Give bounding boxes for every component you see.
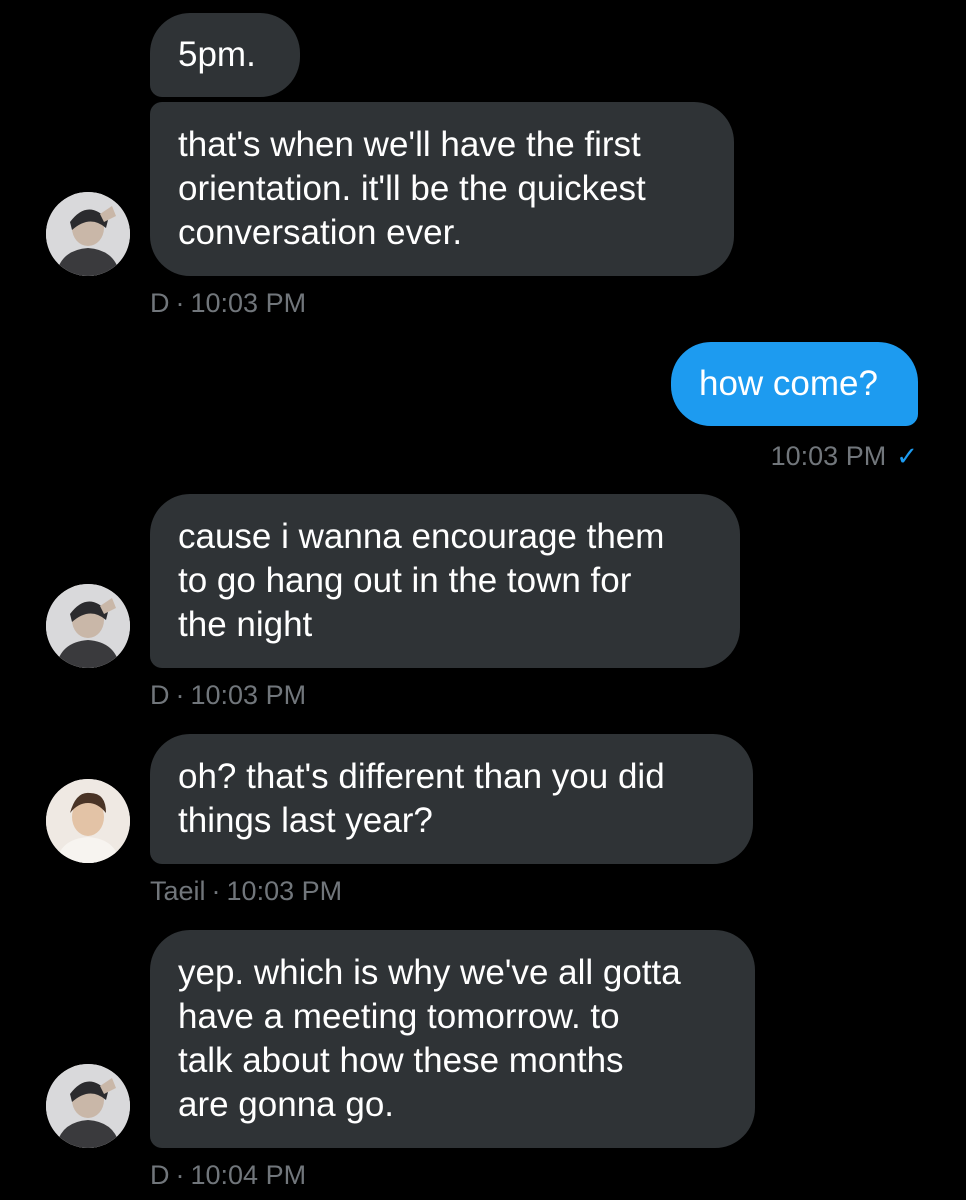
avatar-d[interactable] [46,584,130,668]
message-line: things last year? [178,801,433,840]
message-bubble[interactable]: that's when we'll have the first orienta… [150,102,734,276]
meta-separator: · [211,876,221,906]
message-line: orientation. it'll be the quickest [178,169,646,208]
message-bubble-outgoing[interactable]: how come? [671,342,918,426]
message-meta: D · 10:04 PM [150,1159,306,1191]
message-meta: Taeil · 10:03 PM [150,875,342,907]
meta-separator: · [175,288,185,318]
message-line: that's when we'll have the first [178,125,641,164]
user-avatar-icon [46,1064,130,1148]
message-line: how come? [699,364,878,403]
message-meta: D · 10:03 PM [150,287,306,319]
user-avatar-icon [46,779,130,863]
message-line: have a meeting tomorrow. to [178,997,620,1036]
check-icon: ✓ [896,441,918,471]
sender-name: D [150,680,170,710]
sender-name: D [150,288,170,318]
user-avatar-icon [46,192,130,276]
message-bubble[interactable]: oh? that's different than you did things… [150,734,753,864]
user-avatar-icon [46,584,130,668]
avatar-d[interactable] [46,192,130,276]
message-bubble[interactable]: 5pm. [150,13,300,97]
message-meta-outgoing: 10:03 PM ✓ [771,440,918,472]
sender-name: D [150,1160,170,1190]
sender-name: Taeil [150,876,206,906]
message-line: oh? that's different than you did [178,757,665,796]
message-time: 10:03 PM [226,876,343,906]
meta-separator: · [175,680,185,710]
avatar-taeil[interactable] [46,779,130,863]
message-time: 10:03 PM [190,288,307,318]
message-line: are gonna go. [178,1085,395,1124]
meta-separator: · [175,1160,185,1190]
message-line: talk about how these months [178,1041,624,1080]
message-line: the night [178,605,313,644]
avatar-d[interactable] [46,1064,130,1148]
message-line: yep. which is why we've all gotta [178,953,681,992]
message-bubble[interactable]: cause i wanna encourage them to go hang … [150,494,740,668]
message-line: conversation ever. [178,213,463,252]
message-line: 5pm. [178,35,256,74]
message-line: to go hang out in the town for [178,561,632,600]
message-meta: D · 10:03 PM [150,679,306,711]
message-time: 10:03 PM [190,680,307,710]
message-time: 10:04 PM [190,1160,307,1190]
message-bubble[interactable]: yep. which is why we've all gotta have a… [150,930,755,1148]
message-line: cause i wanna encourage them [178,517,665,556]
message-time: 10:03 PM [770,441,887,471]
